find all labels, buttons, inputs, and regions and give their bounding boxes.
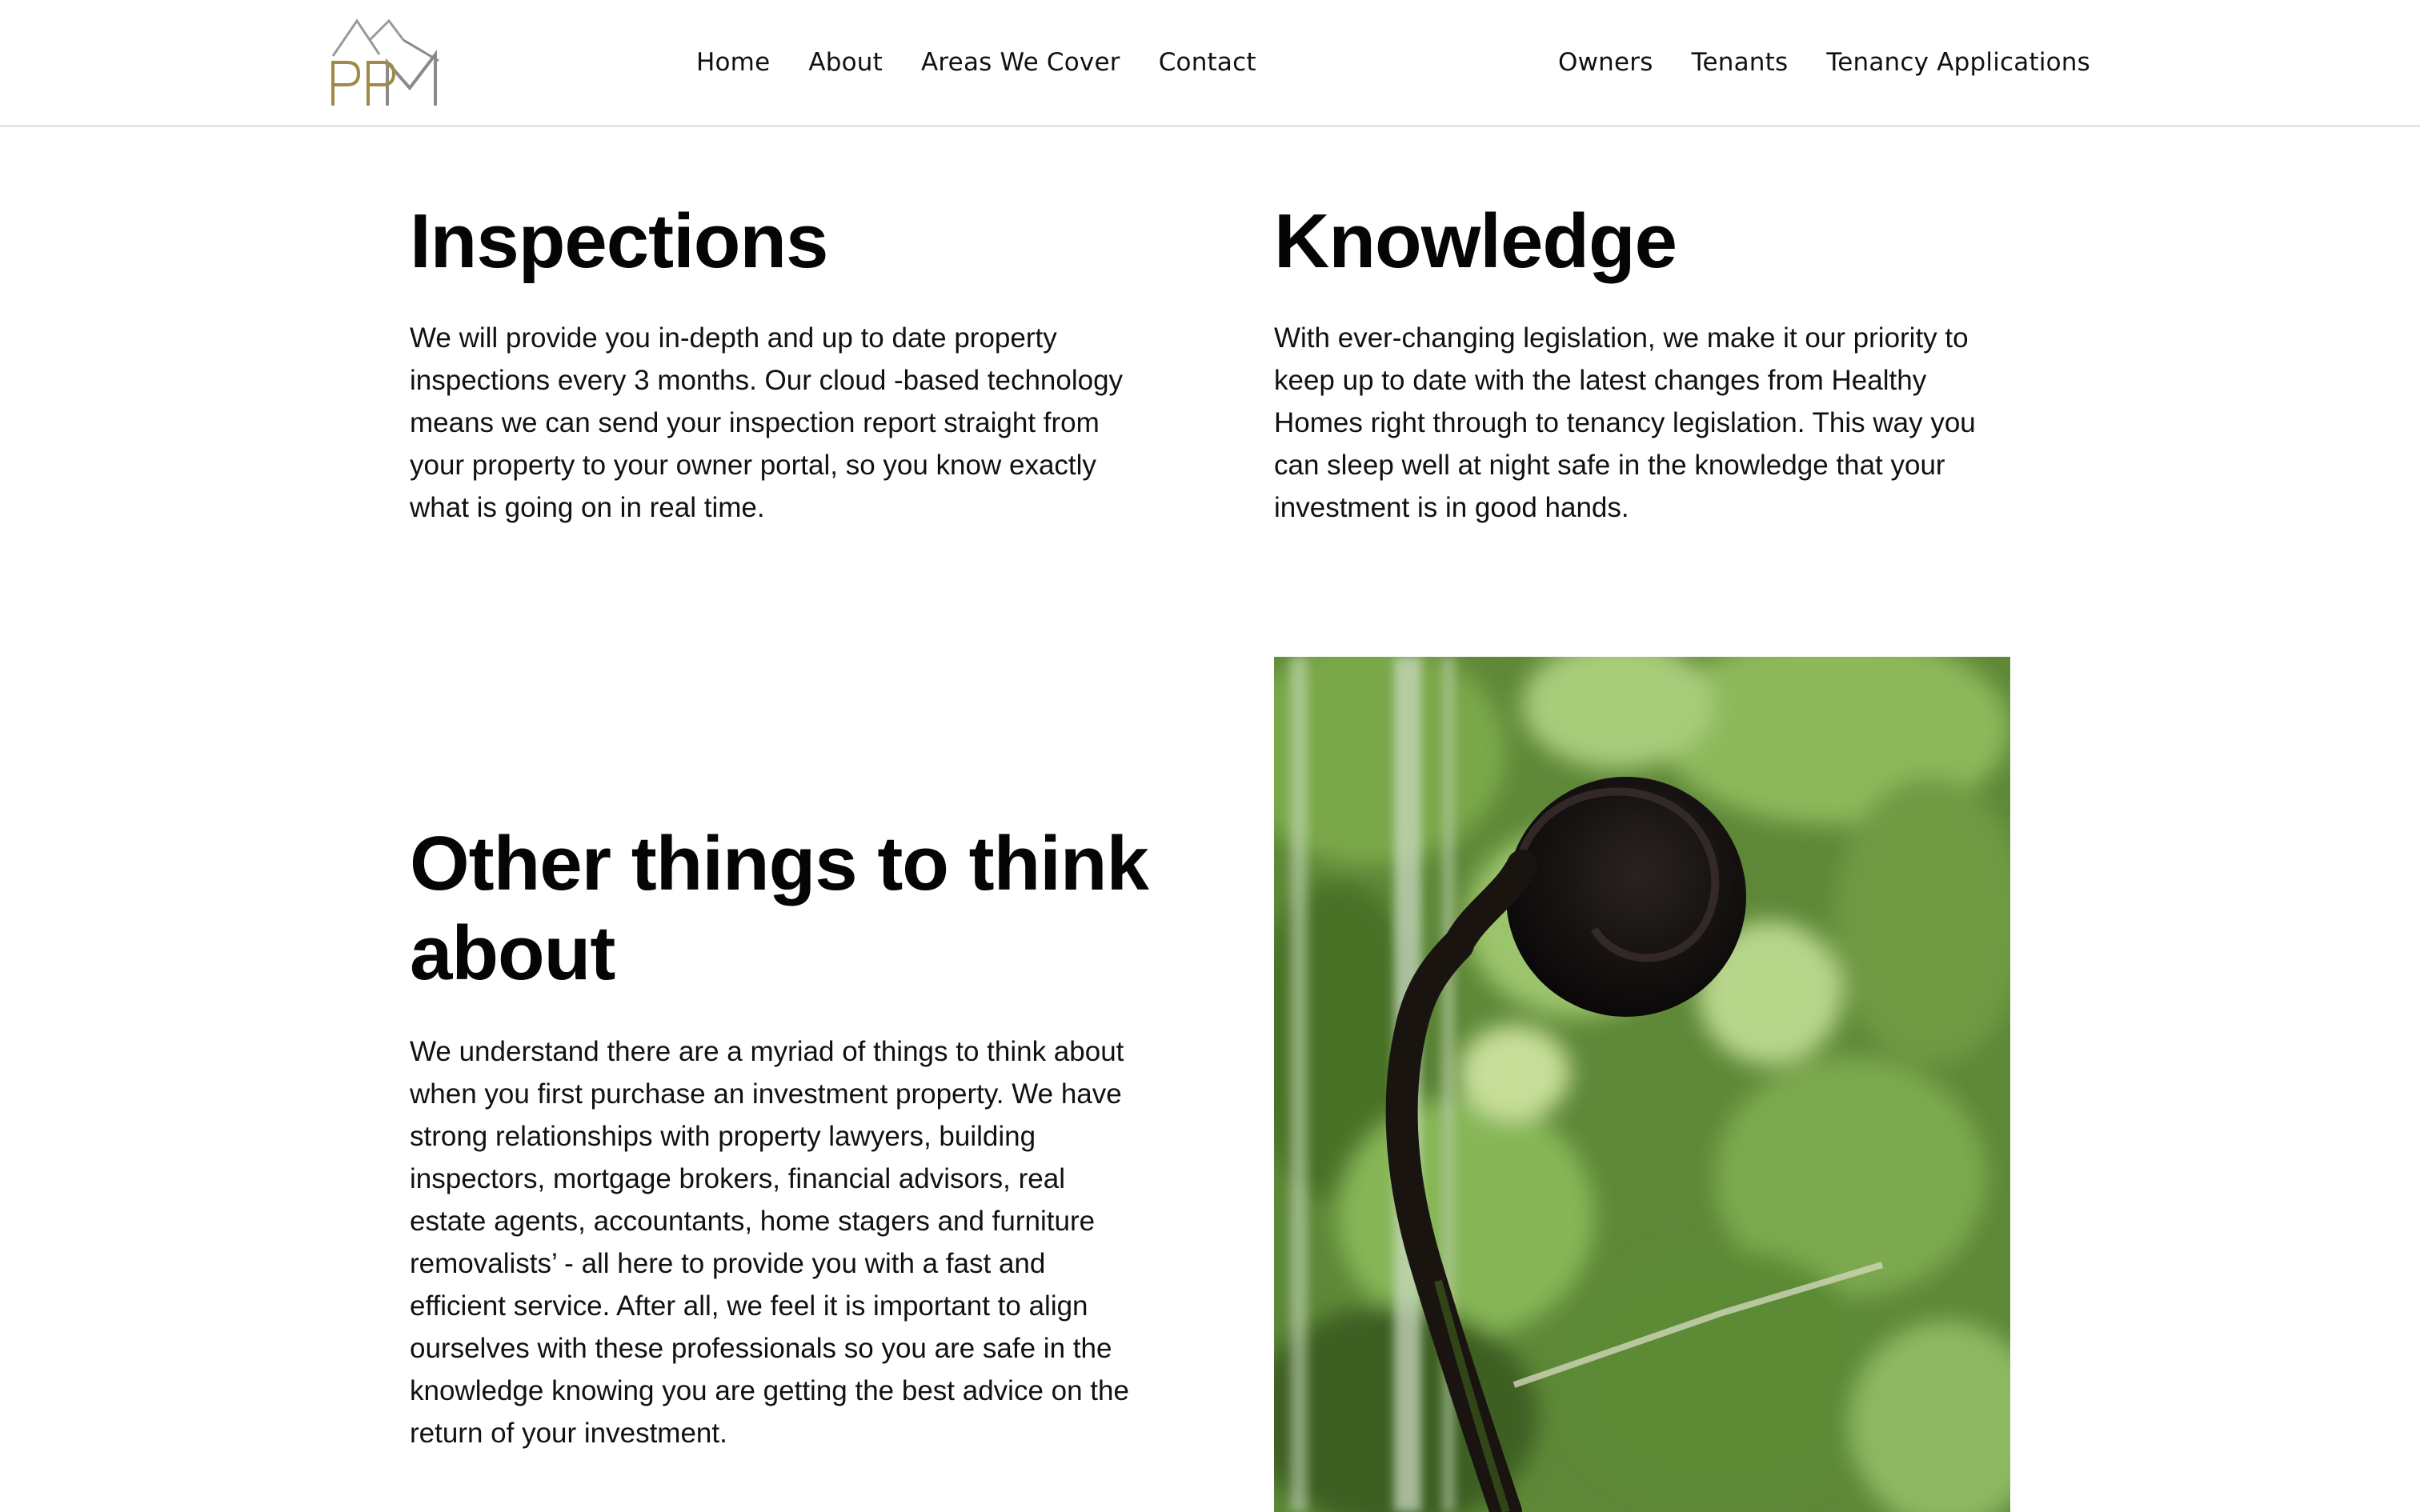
secondary-nav: Owners Tenants Tenancy Applications — [1558, 0, 2090, 125]
nav-contact-link[interactable]: Contact — [1159, 48, 1256, 77]
fern-frond-image — [1274, 657, 2010, 1512]
site-header: Home About Areas We Cover Contact Owners… — [0, 0, 2420, 127]
nav-owners-link[interactable]: Owners — [1558, 48, 1653, 77]
inspections-text: We will provide you in-depth and up to d… — [410, 322, 1124, 523]
knowledge-heading: Knowledge — [1274, 198, 1677, 284]
nav-home-link[interactable]: Home — [696, 48, 770, 77]
main-nav: Home About Areas We Cover Contact — [696, 0, 1256, 125]
ppm-logo[interactable] — [327, 16, 442, 110]
knowledge-text: With ever-changing legislation, we make … — [1274, 322, 1976, 523]
other-things-text: We understand there are a myriad of thin… — [410, 1036, 1129, 1449]
nav-tenants-link[interactable]: Tenants — [1692, 48, 1789, 77]
page: Home About Areas We Cover Contact Owners… — [0, 0, 2420, 1512]
nav-tenancy-applications-link[interactable]: Tenancy Applications — [1826, 48, 2090, 77]
other-things-heading: Other things to think about — [410, 821, 1149, 996]
nav-areas-link[interactable]: Areas We Cover — [921, 48, 1120, 77]
inspections-heading: Inspections — [410, 198, 828, 284]
nav-about-link[interactable]: About — [808, 48, 883, 77]
